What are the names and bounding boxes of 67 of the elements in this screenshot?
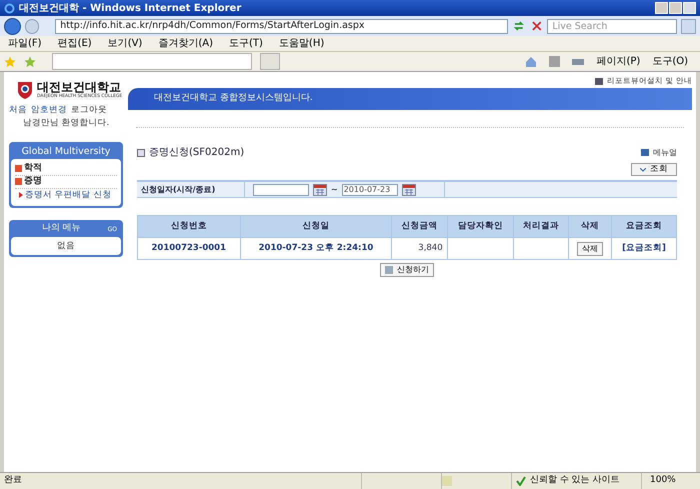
column-header: 삭제 (568, 216, 612, 238)
browser-tab[interactable] (52, 53, 252, 70)
security-zone: 신뢰할 수 있는 사이트 (530, 474, 620, 488)
minimize-button[interactable] (655, 2, 668, 14)
window-title: 대전보건대학 - Windows Internet Explorer (19, 2, 242, 16)
menu-item[interactable]: 편집(E) (58, 36, 92, 51)
sidebar-title: Global Multiversity (20, 144, 112, 158)
date-separator: ~ (331, 184, 338, 196)
table-cell: 3,840 (392, 238, 448, 260)
column-header: 신청금액 (392, 216, 448, 238)
check-icon (516, 476, 526, 486)
menu-item[interactable]: 도구(T) (229, 36, 263, 51)
welcome-text: 남경만님 환영합니다. (22, 116, 110, 130)
menu-item[interactable]: 보기(V) (108, 36, 142, 51)
start-date-field[interactable] (253, 184, 309, 196)
menu-item[interactable]: 파일(F) (8, 36, 42, 51)
table-cell: 2010-07-23 오후 2:24:10 (240, 238, 392, 260)
column-header: 신청번호 (138, 216, 240, 238)
page-title: 증명신청(SF0202m) (149, 146, 244, 160)
fee-link[interactable]: [요금조회] (612, 238, 676, 260)
column-header: 요금조회 (612, 216, 676, 238)
filter-label: 신청일자(시작/종료) (137, 182, 245, 197)
close-icon[interactable] (530, 19, 544, 33)
search-button[interactable] (681, 18, 696, 34)
search-button[interactable]: 조회 (631, 163, 677, 176)
manual-link[interactable]: 메뉴얼 (653, 146, 677, 158)
logo-emblem (17, 80, 33, 98)
logo-name: 대전보건대학교 (37, 80, 121, 94)
menu-item[interactable]: 즐겨찾기(A) (158, 36, 213, 51)
menu-link[interactable]: 증명서 우편배달 신청 (25, 188, 112, 202)
star-icon[interactable] (4, 56, 16, 68)
maximize-button[interactable] (669, 2, 682, 14)
my-menu-title: 나의 메뉴 (40, 222, 82, 236)
column-header: 신청일 (240, 216, 392, 238)
close-button[interactable] (683, 2, 696, 14)
column-header: 처리결과 (513, 216, 569, 238)
search-field[interactable]: Live Search (547, 18, 678, 34)
my-menu-item[interactable]: 없음 (57, 240, 75, 252)
browser-icon (4, 2, 15, 14)
menu-item[interactable]: 도움말(H) (278, 36, 324, 51)
column-header: 담당자확인 (447, 216, 514, 238)
apply-button[interactable]: 신청하기 (380, 263, 434, 277)
add-star-icon[interactable] (24, 56, 36, 68)
delete-button[interactable]: 삭제 (577, 242, 604, 256)
chevron-down-icon (640, 168, 646, 172)
home-icon[interactable] (525, 56, 538, 68)
menu-category[interactable]: 증명 (24, 174, 42, 188)
back-button[interactable] (4, 18, 21, 34)
refresh-icon[interactable] (512, 19, 526, 33)
bullet-icon (19, 192, 23, 198)
table-cell (447, 238, 514, 260)
menu-category[interactable]: 학적 (24, 162, 42, 176)
tools-menu[interactable]: 도구(O) (652, 54, 688, 69)
table-cell: 20100723-0001 (138, 238, 240, 260)
end-date-field[interactable]: 2010-07-23 (342, 184, 398, 196)
zoom-control[interactable]: 100% (641, 473, 696, 489)
new-tab-button[interactable] (260, 53, 280, 70)
forward-button[interactable] (24, 18, 40, 34)
address-field[interactable]: http://info.hit.ac.kr/nrp4dh/Common/Forms/StartAfterLogin.aspx (55, 18, 508, 34)
header-link[interactable]: 암호변경 (31, 104, 67, 117)
banner-text: 대전보건대학교 종합정보시스템입니다. (154, 92, 313, 106)
calendar-icon[interactable] (313, 184, 327, 196)
calendar-icon[interactable] (402, 184, 416, 196)
page-menu[interactable]: 페이지(P) (596, 54, 640, 69)
status-text: 완료 (4, 474, 22, 488)
header-link[interactable]: 로그아웃 (71, 104, 107, 117)
header-link[interactable]: 처음 (9, 104, 27, 117)
